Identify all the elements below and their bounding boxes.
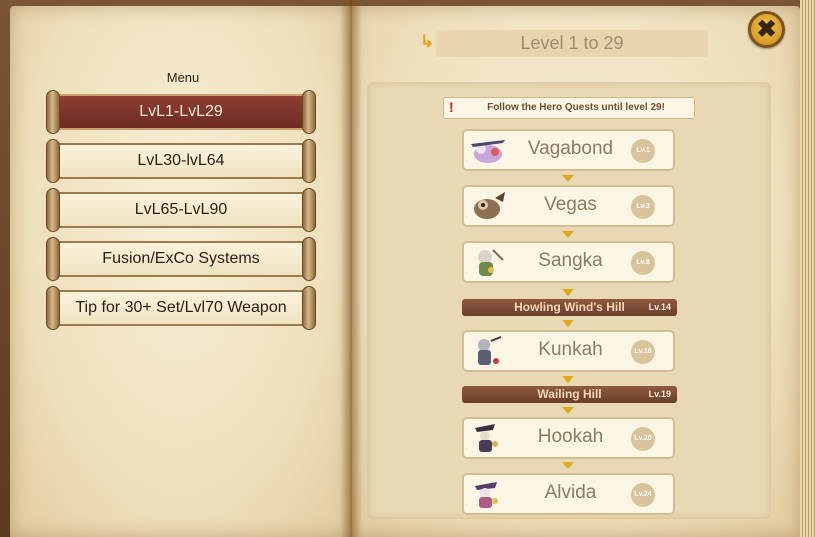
level-badge: Lv.20 <box>631 427 655 451</box>
down-arrow-icon <box>562 320 574 327</box>
quest-card-alvida[interactable]: Alvida Lv.24 <box>462 473 675 515</box>
close-icon: ✖ <box>756 16 777 43</box>
menu-item-fusion-exco[interactable]: Fusion/ExCo Systems <box>46 237 316 281</box>
scroll-cap-left <box>46 90 60 134</box>
page-title: Level 1 to 29 <box>436 30 708 57</box>
vegas-sprite-icon <box>474 192 505 219</box>
hookah-sprite-icon <box>475 424 498 452</box>
kunkah-sprite-icon <box>478 336 502 365</box>
quest-card-vagabond[interactable]: Vagabond Lv.1 <box>462 129 675 171</box>
scroll-cap-left <box>46 139 60 183</box>
level-badge: Lv.24 <box>631 483 655 507</box>
menu-item-lvl30-64[interactable]: LvL30-lvL64 <box>46 139 316 183</box>
map-name: Wailing Hill <box>537 387 602 401</box>
level-badge: Lv.16 <box>631 340 655 364</box>
quest-card-kunkah[interactable]: Kunkah Lv.16 <box>462 330 675 372</box>
map-level: Lv.14 <box>648 302 671 312</box>
quest-name: Hookah <box>537 426 604 447</box>
menu-item-lvl1-29[interactable]: LvL1-LvL29 <box>46 90 316 134</box>
quest-card-vegas[interactable]: Vegas Lv.3 <box>462 185 675 227</box>
menu-title: Menu <box>166 70 200 85</box>
scroll-cap-right <box>302 139 316 183</box>
map-level: Lv.19 <box>648 389 671 399</box>
quest-card-hookah[interactable]: Hookah Lv.20 <box>462 417 675 459</box>
scroll-cap-right <box>302 90 316 134</box>
exclamation-icon: ! <box>449 99 454 115</box>
menu-item-label: Fusion/ExCo Systems <box>102 250 260 267</box>
vagabond-sprite-icon <box>471 140 505 163</box>
return-arrow-icon: ↳ <box>420 32 435 51</box>
map-bar-howling-winds-hill: Howling Wind's Hill Lv.14 <box>462 299 677 316</box>
map-bar-wailing-hill: Wailing Hill Lv.19 <box>462 386 677 403</box>
down-arrow-icon <box>562 407 574 414</box>
book-spine <box>340 0 362 537</box>
menu-item-lvl65-90[interactable]: LvL65-LvL90 <box>46 188 316 232</box>
scroll-cap-left <box>46 286 60 330</box>
down-arrow-icon <box>562 376 574 383</box>
menu-item-label: Tip for 30+ Set/Lvl70 Weapon <box>75 299 287 316</box>
scroll-cap-left <box>46 237 60 281</box>
menu-item-label: LvL1-LvL29 <box>139 103 223 120</box>
close-button[interactable]: ✖ <box>748 11 785 48</box>
quest-name: Vagabond <box>527 138 614 159</box>
page-edges <box>800 0 816 537</box>
notice-text: Follow the Hero Quests until level 29! <box>487 102 665 113</box>
menu-item-label: LvL65-LvL90 <box>134 201 228 218</box>
scroll-cap-right <box>302 286 316 330</box>
down-arrow-icon <box>562 175 574 182</box>
down-arrow-icon <box>562 289 574 296</box>
menu-item-tip-set-weapon[interactable]: Tip for 30+ Set/Lvl70 Weapon <box>46 286 316 330</box>
quest-name: Alvida <box>544 482 597 503</box>
quest-name: Kunkah <box>538 339 603 360</box>
level-badge: Lv.3 <box>631 195 655 219</box>
quest-name: Sangka <box>538 250 603 271</box>
notice-banner: ! Follow the Hero Quests until level 29! <box>443 97 695 119</box>
quest-card-sangka[interactable]: Sangka Lv.8 <box>462 241 675 283</box>
down-arrow-icon <box>562 231 574 238</box>
quest-name: Vegas <box>544 194 597 215</box>
scroll-cap-left <box>46 188 60 232</box>
scroll-cap-right <box>302 237 316 281</box>
level-badge: Lv.1 <box>631 139 655 163</box>
scroll-cap-right <box>302 188 316 232</box>
level-badge: Lv.8 <box>631 251 655 275</box>
sangka-sprite-icon <box>478 249 504 276</box>
map-name: Howling Wind's Hill <box>514 300 625 314</box>
menu-item-label: LvL30-lvL64 <box>137 152 225 169</box>
down-arrow-icon <box>562 462 574 469</box>
alvida-sprite-icon <box>475 482 498 508</box>
